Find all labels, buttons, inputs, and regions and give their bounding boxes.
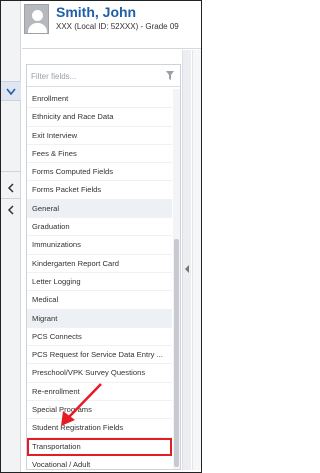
- field-list-item[interactable]: PCS Request for Service Data Entry ...: [27, 346, 172, 365]
- field-list: Enrollment Ethnicity and Race Data Exit In…: [27, 90, 172, 473]
- field-list-item[interactable]: Fees & Fines: [27, 145, 172, 164]
- student-name[interactable]: Smith, John: [56, 4, 136, 20]
- field-list-item[interactable]: Enrollment: [27, 90, 172, 109]
- field-list-item[interactable]: PCS Connects: [27, 328, 172, 347]
- funnel-icon[interactable]: [166, 71, 174, 80]
- filter-bar: [27, 65, 180, 87]
- gutter-divider: [1, 171, 21, 172]
- field-list-item[interactable]: Student Registration Fields: [27, 419, 172, 438]
- field-list-item[interactable]: Special Programs: [27, 401, 172, 420]
- field-list-item[interactable]: Vocational / Adult: [27, 456, 172, 473]
- field-list-item[interactable]: Re-enrollment: [27, 383, 172, 402]
- chevron-left-icon[interactable]: [183, 258, 191, 280]
- field-list-item[interactable]: Preschool/VPK Survey Questions: [27, 364, 172, 383]
- field-list-item[interactable]: Exit Interview: [27, 127, 172, 145]
- fields-panel: EnrollmentEthnicity and Race DataExit In…: [26, 64, 181, 470]
- chevron-down-icon: [6, 88, 16, 96]
- field-list-item[interactable]: Immunizations: [27, 236, 172, 255]
- expand-toggle-button[interactable]: [1, 81, 21, 101]
- filter-fields-input[interactable]: [31, 68, 161, 84]
- person-silhouette-icon: [24, 4, 49, 34]
- field-list-item[interactable]: Graduation: [27, 218, 172, 237]
- header-divider: [22, 48, 201, 49]
- field-list-item[interactable]: Transportation: [27, 437, 172, 456]
- field-list-item[interactable]: Kindergarten Report Card: [27, 255, 172, 273]
- student-header: Smith, John XXX (Local ID: 52XXX) - Grad…: [22, 1, 201, 45]
- left-gutter: [1, 1, 21, 472]
- field-list-scrollbar[interactable]: [173, 89, 180, 469]
- field-list-item[interactable]: Medical: [27, 291, 172, 310]
- field-list-item[interactable]: Forms Computed Fields: [27, 163, 172, 182]
- field-list-item[interactable]: Letter Logging: [27, 273, 172, 292]
- field-group-header[interactable]: General: [27, 199, 172, 219]
- right-pane-scroll[interactable]: [192, 50, 201, 470]
- chevron-left-icon[interactable]: [6, 205, 16, 215]
- gutter-divider: [1, 198, 21, 199]
- scrollbar-thumb[interactable]: [174, 239, 179, 467]
- field-group-header[interactable]: Migrant: [27, 309, 172, 328]
- student-meta: XXX (Local ID: 52XXX) - Grade 09: [56, 22, 179, 31]
- field-list-item[interactable]: Ethnicity and Race Data: [27, 108, 172, 127]
- field-list-item[interactable]: Forms Packet Fields: [27, 181, 172, 200]
- chevron-left-icon[interactable]: [6, 183, 16, 193]
